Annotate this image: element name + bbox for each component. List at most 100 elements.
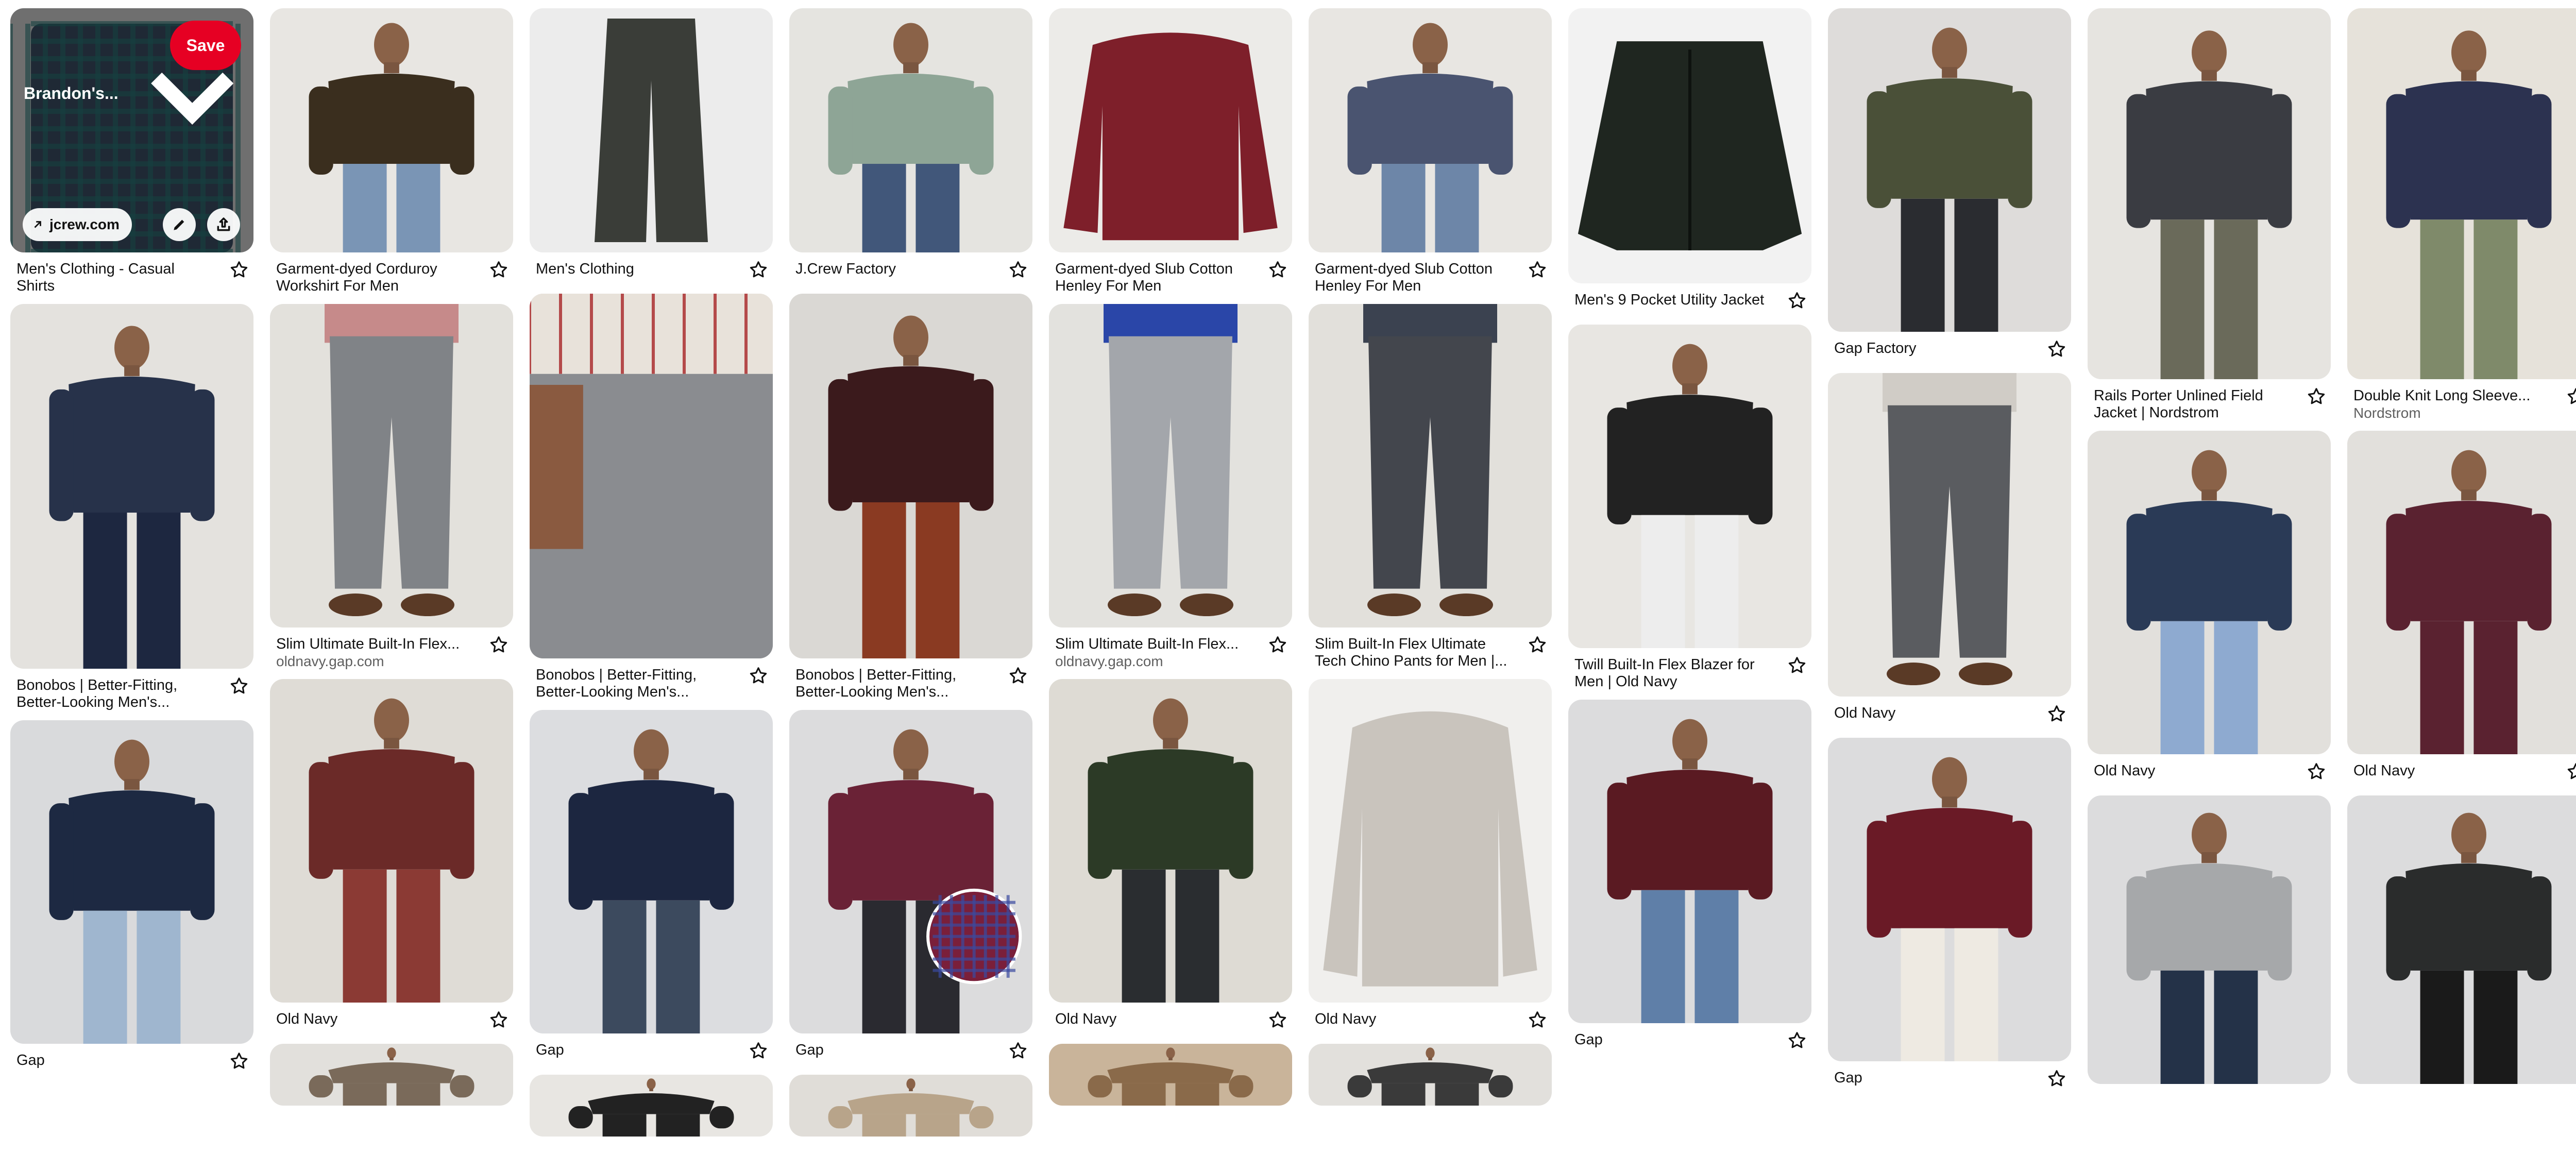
star-icon[interactable]	[488, 1010, 509, 1030]
pin-image[interactable]	[789, 8, 1032, 252]
pin-title[interactable]: Old Navy	[276, 1011, 476, 1028]
pin-card[interactable]: Double Knit Long Sleeve... Nordstrom	[2347, 8, 2576, 421]
pin-card[interactable]: Bonobos | Better-Fitting, Better-Looking…	[789, 294, 1032, 701]
pin-image[interactable]	[1309, 1044, 1552, 1106]
star-icon[interactable]	[488, 260, 509, 280]
pin-card[interactable]	[2088, 795, 2331, 1084]
pin-image[interactable]	[1568, 700, 1811, 1023]
star-icon[interactable]	[1267, 635, 1288, 655]
pin-card[interactable]: Slim Built-In Flex Ultimate Tech Chino P…	[1309, 304, 1552, 670]
pin-card[interactable]: Old Navy	[1309, 679, 1552, 1035]
pin-image[interactable]	[1049, 679, 1292, 1003]
pin-card[interactable]: Gap	[1568, 700, 1811, 1055]
pin-card[interactable]	[530, 1075, 773, 1137]
star-icon[interactable]	[1527, 635, 1548, 655]
pin-card[interactable]: Old Navy	[270, 679, 513, 1035]
pin-title[interactable]: Bonobos | Better-Fitting, Better-Looking…	[16, 677, 216, 711]
star-icon[interactable]	[229, 1051, 249, 1072]
pin-title[interactable]: Old Navy	[1834, 705, 2034, 722]
pin-title[interactable]: Gap	[1834, 1070, 2034, 1087]
pin-title[interactable]: Gap	[536, 1042, 736, 1059]
pin-card[interactable]: Brandon's... Save jcrew.com Men's Clothing …	[10, 8, 253, 295]
pin-image[interactable]	[10, 304, 253, 669]
pin-image[interactable]	[270, 1044, 513, 1106]
star-icon[interactable]	[229, 676, 249, 697]
pin-card[interactable]: Men's 9 Pocket Utility Jacket	[1568, 8, 1811, 315]
pin-card[interactable]: Twill Built-In Flex Blazer for Men | Old…	[1568, 325, 1811, 690]
pin-title[interactable]: Slim Built-In Flex Ultimate Tech Chino P…	[1315, 636, 1515, 670]
pin-title[interactable]: Old Navy	[1055, 1011, 1255, 1028]
star-icon[interactable]	[1787, 655, 1807, 676]
pin-title[interactable]: Bonobos | Better-Fitting, Better-Looking…	[795, 667, 995, 701]
pin-image[interactable]	[530, 710, 773, 1033]
pin-image[interactable]	[2088, 431, 2331, 754]
pin-title[interactable]: Men's Clothing	[536, 261, 736, 278]
pin-title[interactable]: Double Knit Long Sleeve...	[2353, 387, 2553, 404]
star-icon[interactable]	[2046, 339, 2067, 360]
pin-card[interactable]: Garment-dyed Slub Cotton Henley For Men	[1049, 8, 1292, 295]
pin-card[interactable]: Bonobos | Better-Fitting, Better-Looking…	[10, 304, 253, 711]
star-icon[interactable]	[1267, 260, 1288, 280]
pin-card[interactable]: Bonobos | Better-Fitting, Better-Looking…	[530, 294, 773, 701]
star-icon[interactable]	[1008, 260, 1028, 280]
pin-title[interactable]: Bonobos | Better-Fitting, Better-Looking…	[536, 667, 736, 701]
edit-pin-button[interactable]	[163, 208, 196, 241]
pin-image[interactable]	[1309, 8, 1552, 252]
pin-image[interactable]	[789, 1075, 1032, 1137]
star-icon[interactable]	[748, 666, 769, 686]
pin-image[interactable]	[2088, 8, 2331, 379]
pin-title[interactable]: Slim Ultimate Built-In Flex...	[276, 636, 476, 653]
save-button[interactable]: Save	[170, 21, 241, 70]
star-icon[interactable]	[1787, 1030, 1807, 1051]
pin-title[interactable]: Men's Clothing - Casual Shirts	[16, 261, 216, 295]
star-icon[interactable]	[229, 260, 249, 280]
pin-image[interactable]	[789, 294, 1032, 658]
pin-card[interactable]: Gap	[1828, 738, 2071, 1093]
pin-card[interactable]: Old Navy	[1828, 373, 2071, 728]
pin-card[interactable]: Gap	[530, 710, 773, 1065]
pin-card[interactable]: Gap Factory	[1828, 8, 2071, 364]
pin-title[interactable]: Twill Built-In Flex Blazer for Men | Old…	[1574, 656, 1774, 690]
star-icon[interactable]	[748, 260, 769, 280]
pin-image[interactable]	[2347, 431, 2576, 754]
pin-title[interactable]: Gap	[795, 1042, 995, 1059]
pin-card[interactable]: Slim Ultimate Built-In Flex... oldnavy.ga…	[270, 304, 513, 670]
pin-card[interactable]: Garment-dyed Slub Cotton Henley For Men	[1309, 8, 1552, 295]
star-icon[interactable]	[1527, 260, 1548, 280]
pin-title[interactable]: Garment-dyed Slub Cotton Henley For Men	[1055, 261, 1255, 295]
pin-title[interactable]: Rails Porter Unlined Field Jacket | Nord…	[2094, 387, 2294, 421]
pin-card[interactable]	[789, 1075, 1032, 1137]
star-icon[interactable]	[2306, 761, 2327, 782]
pin-card[interactable]	[270, 1044, 513, 1106]
star-icon[interactable]	[2566, 386, 2576, 407]
pin-card[interactable]	[1049, 1044, 1292, 1106]
pin-title[interactable]: Garment-dyed Corduroy Workshirt For Men	[276, 261, 476, 295]
pin-image[interactable]	[270, 8, 513, 252]
star-icon[interactable]	[2046, 704, 2067, 724]
pin-image[interactable]	[530, 294, 773, 658]
star-icon[interactable]	[488, 635, 509, 655]
pin-image[interactable]	[2347, 8, 2576, 379]
star-icon[interactable]	[748, 1041, 769, 1061]
pin-image[interactable]	[2088, 795, 2331, 1084]
pin-title[interactable]: Garment-dyed Slub Cotton Henley For Men	[1315, 261, 1515, 295]
pin-image[interactable]	[1049, 304, 1292, 628]
pin-image[interactable]	[1309, 679, 1552, 1003]
pin-image[interactable]	[1828, 738, 2071, 1061]
pin-title[interactable]: Men's 9 Pocket Utility Jacket	[1574, 292, 1774, 309]
star-icon[interactable]	[1787, 291, 1807, 311]
star-icon[interactable]	[2306, 386, 2327, 407]
pin-card[interactable]: Old Navy	[1049, 679, 1292, 1035]
star-icon[interactable]	[1527, 1010, 1548, 1030]
pin-card[interactable]	[1309, 1044, 1552, 1106]
pin-card[interactable]: Men's Clothing	[530, 8, 773, 284]
pin-title[interactable]: Gap Factory	[1834, 340, 2034, 357]
star-icon[interactable]	[1008, 666, 1028, 686]
pin-card[interactable]	[2347, 795, 2576, 1084]
pin-image[interactable]	[1568, 8, 1811, 283]
pin-image[interactable]	[1568, 325, 1811, 648]
pin-image[interactable]: Brandon's... Save jcrew.com	[10, 8, 253, 252]
pin-image[interactable]	[270, 304, 513, 628]
pin-card[interactable]: Slim Ultimate Built-In Flex... oldnavy.ga…	[1049, 304, 1292, 670]
pin-title[interactable]: Old Navy	[1315, 1011, 1515, 1028]
